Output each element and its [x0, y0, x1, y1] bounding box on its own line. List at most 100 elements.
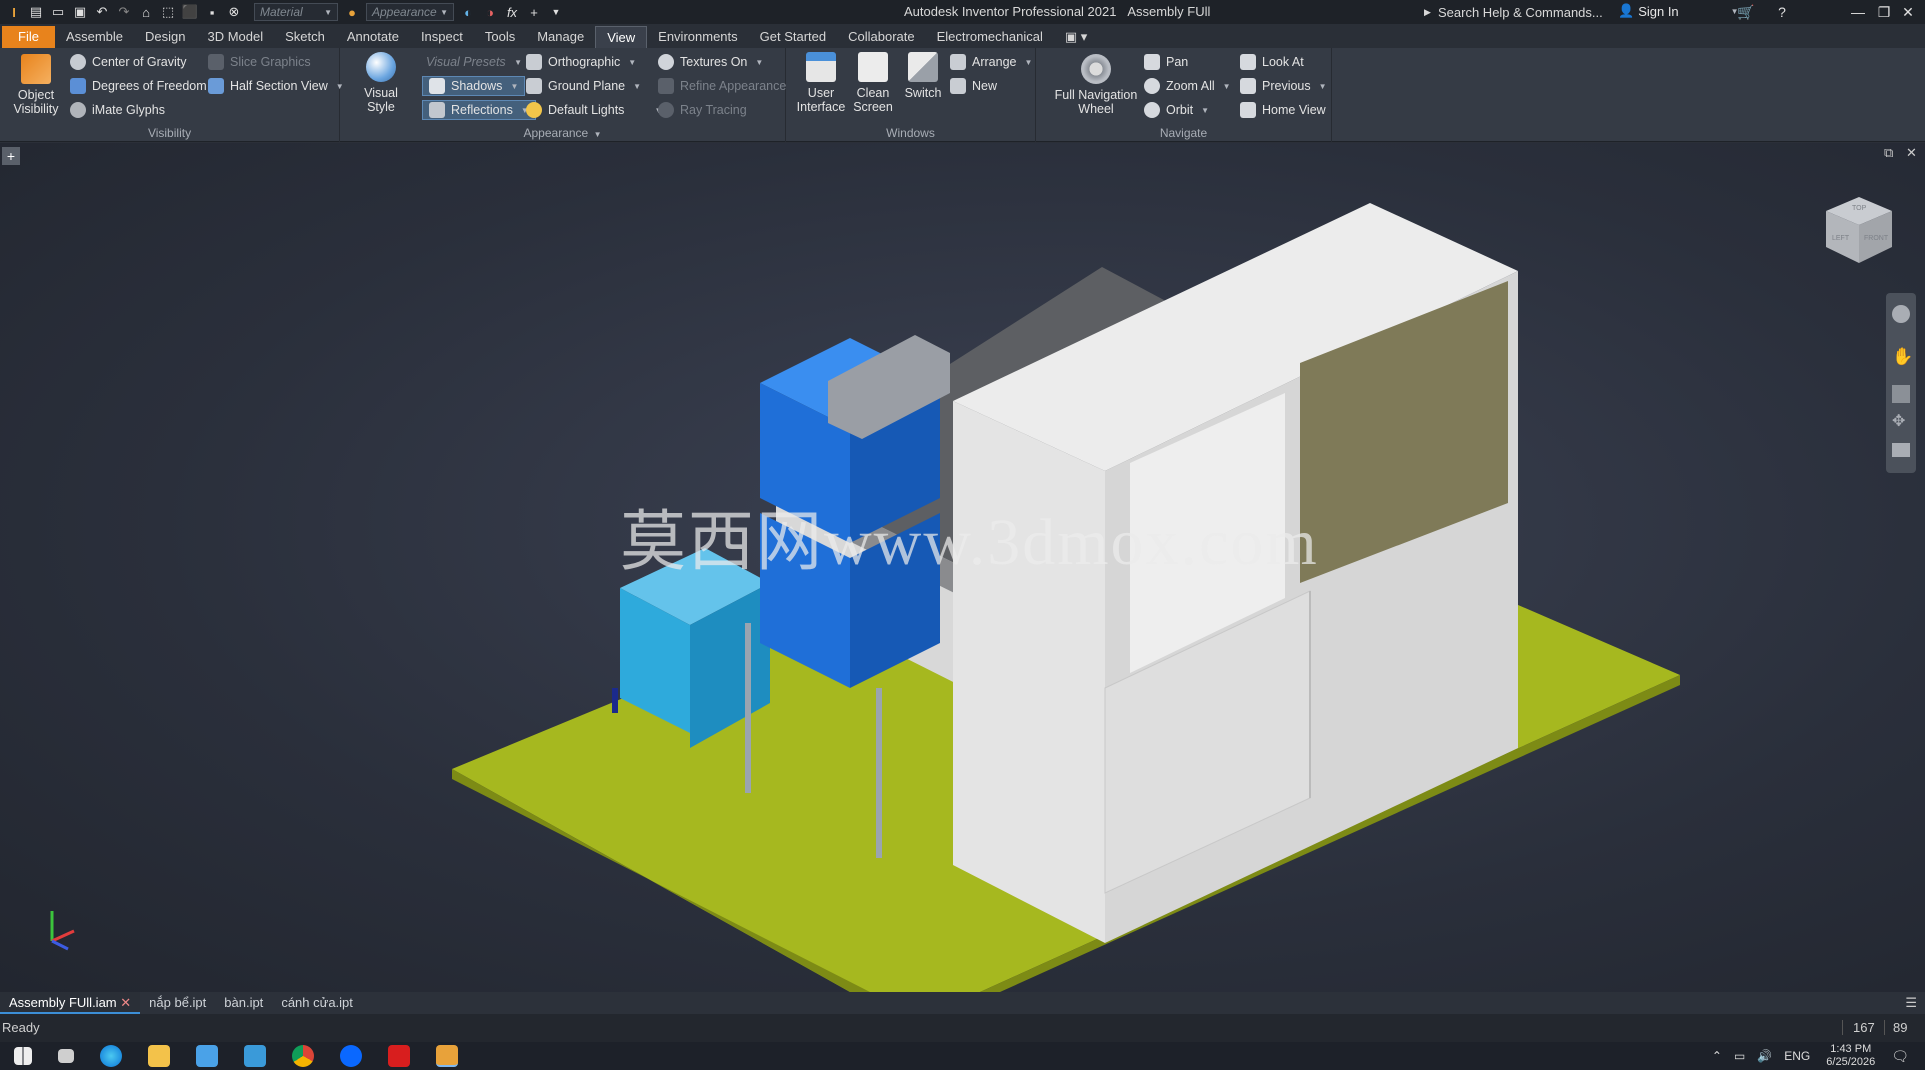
zalo-icon[interactable]: [340, 1045, 362, 1067]
zoom-nav-icon[interactable]: [1892, 385, 1910, 403]
acrobat-icon[interactable]: [388, 1045, 410, 1067]
orthographic-button[interactable]: Orthographic ▼: [526, 52, 636, 72]
half-section-view-button[interactable]: Half Section View ▼: [208, 76, 344, 96]
orbit-button[interactable]: Orbit ▼: [1144, 100, 1209, 120]
redo-icon[interactable]: ↷: [116, 4, 132, 20]
switch-button[interactable]: Switch: [898, 52, 948, 100]
measure-icon[interactable]: ▪: [204, 4, 220, 20]
arrange-button[interactable]: Arrange ▼: [950, 52, 1032, 72]
tab-manage[interactable]: Manage: [526, 26, 595, 48]
restore-button[interactable]: ❐: [1874, 2, 1894, 22]
textures-on-button[interactable]: Textures On ▼: [658, 52, 763, 72]
look-at-nav-icon[interactable]: [1892, 443, 1910, 457]
orbit-nav-icon[interactable]: ✥: [1892, 411, 1905, 431]
minimize-button[interactable]: —: [1848, 2, 1868, 22]
refine-appearance-button[interactable]: Refine Appearance: [658, 76, 786, 96]
volume-icon[interactable]: 🔊: [1757, 1049, 1772, 1063]
material-combo[interactable]: Material ▼: [254, 3, 338, 21]
file-explorer-icon[interactable]: [148, 1045, 170, 1067]
search-input[interactable]: ▶ Search Help & Commands...: [1420, 2, 1610, 22]
appearance-panel-title[interactable]: Appearance ▼: [340, 126, 785, 140]
network-icon[interactable]: ▭: [1734, 1049, 1745, 1063]
close-tab-icon[interactable]: ✕: [120, 995, 131, 1010]
visual-style-button[interactable]: Visual Style: [350, 52, 412, 114]
document-tab-nap-be[interactable]: nắp bể.ipt: [140, 992, 215, 1014]
store-icon[interactable]: [196, 1045, 218, 1067]
tab-3d-model[interactable]: 3D Model: [197, 26, 275, 48]
slice-graphics-button[interactable]: Slice Graphics: [208, 52, 311, 72]
chevron-down-icon: ▼: [633, 81, 642, 91]
clock[interactable]: 1:43 PM 6/25/2026: [1826, 1043, 1875, 1069]
sign-in-button[interactable]: 👤 Sign In ▼: [1618, 3, 1739, 19]
windows-start-icon[interactable]: [14, 1047, 32, 1065]
mail-icon[interactable]: [244, 1045, 266, 1067]
tab-collaborate[interactable]: Collaborate: [837, 26, 926, 48]
clear-appearance-icon[interactable]: ◑: [482, 4, 498, 20]
plus-icon[interactable]: +: [526, 4, 542, 20]
document-tab-canh-cua[interactable]: cánh cửa.ipt: [272, 992, 362, 1014]
ground-plane-button[interactable]: Ground Plane ▼: [526, 76, 641, 96]
view-cube[interactable]: TOP LEFT FRONT: [1824, 195, 1894, 265]
appearance-combo[interactable]: Appearance ▼: [366, 3, 454, 21]
tab-electromechanical[interactable]: Electromechanical: [926, 26, 1054, 48]
save-icon[interactable]: ▣: [72, 4, 88, 20]
document-tab-ban[interactable]: bàn.ipt: [215, 992, 272, 1014]
user-interface-button[interactable]: User Interface: [796, 52, 846, 114]
tab-file[interactable]: File: [2, 26, 55, 48]
center-of-gravity-button[interactable]: Center of Gravity: [70, 52, 186, 72]
help-icon[interactable]: ?: [1772, 2, 1792, 22]
previous-view-button[interactable]: Previous ▼: [1240, 76, 1327, 96]
document-tab-assembly[interactable]: Assembly FUll.iam ✕: [0, 992, 141, 1014]
object-visibility-button[interactable]: Object Visibility: [8, 54, 64, 116]
tab-menu-icon[interactable]: ☰: [1905, 995, 1917, 1011]
home-icon[interactable]: ⌂: [138, 4, 154, 20]
graphics-viewport[interactable]: + ⧉ ✕ 莫西网www.3dmox.com TOP LEFT FRONT ✋ …: [0, 143, 1925, 992]
zoom-all-button[interactable]: Zoom All ▼: [1144, 76, 1231, 96]
new-file-icon[interactable]: ▤: [28, 4, 44, 20]
task-view-icon[interactable]: [58, 1049, 74, 1063]
inventor-logo-icon[interactable]: I: [6, 4, 22, 20]
video-options-icon[interactable]: ▣ ▾: [1054, 26, 1098, 48]
tab-tools[interactable]: Tools: [474, 26, 526, 48]
open-folder-icon[interactable]: ▭: [50, 4, 66, 20]
select-icon[interactable]: ⬚: [160, 4, 176, 20]
close-button[interactable]: ✕: [1898, 2, 1918, 22]
steering-wheel-icon[interactable]: [1892, 305, 1910, 323]
clean-screen-button[interactable]: Clean Screen: [848, 52, 898, 114]
close-circle-icon[interactable]: ⊗: [226, 4, 242, 20]
new-window-button[interactable]: New: [950, 76, 997, 96]
degrees-of-freedom-button[interactable]: Degrees of Freedom: [70, 76, 207, 96]
update-icon[interactable]: ⬛: [182, 4, 198, 20]
pan-hand-icon[interactable]: ✋: [1892, 347, 1913, 367]
notification-icon[interactable]: 🗨: [1891, 1048, 1909, 1065]
tab-get-started[interactable]: Get Started: [749, 26, 837, 48]
language-indicator[interactable]: ENG: [1784, 1049, 1810, 1063]
tab-view[interactable]: View: [595, 26, 648, 48]
imate-glyphs-button[interactable]: iMate Glyphs: [70, 100, 165, 120]
chrome-icon[interactable]: [292, 1045, 314, 1067]
home-view-button[interactable]: Home View: [1240, 100, 1326, 120]
ray-tracing-button[interactable]: Ray Tracing: [658, 100, 747, 120]
shadows-button[interactable]: Shadows ▼: [422, 76, 526, 96]
full-navigation-wheel-button[interactable]: Full Navigation Wheel: [1044, 54, 1148, 116]
undo-icon[interactable]: ↶: [94, 4, 110, 20]
reflections-button[interactable]: Reflections ▼: [422, 100, 536, 120]
adjust-color-icon[interactable]: ◐: [460, 4, 476, 20]
customize-chevron-icon[interactable]: ▼: [548, 4, 564, 20]
pan-button[interactable]: Pan: [1144, 52, 1188, 72]
visual-presets-combo[interactable]: Visual Presets ▼: [422, 52, 522, 72]
fx-icon[interactable]: fx: [504, 4, 520, 20]
look-at-button[interactable]: Look At: [1240, 52, 1304, 72]
inventor-taskbar-icon[interactable]: [436, 1045, 458, 1067]
visual-presets-label: Visual Presets: [426, 55, 506, 69]
tab-environments[interactable]: Environments: [647, 26, 748, 48]
default-lights-button[interactable]: Default Lights▼: [526, 100, 662, 120]
tab-annotate[interactable]: Annotate: [336, 26, 410, 48]
tab-design[interactable]: Design: [134, 26, 196, 48]
tab-assemble[interactable]: Assemble: [55, 26, 134, 48]
tab-sketch[interactable]: Sketch: [274, 26, 336, 48]
edge-browser-icon[interactable]: [100, 1045, 122, 1067]
system-tray-chevron-icon[interactable]: ⌃: [1712, 1049, 1722, 1063]
cart-icon[interactable]: 🛒: [1736, 2, 1756, 22]
tab-inspect[interactable]: Inspect: [410, 26, 474, 48]
